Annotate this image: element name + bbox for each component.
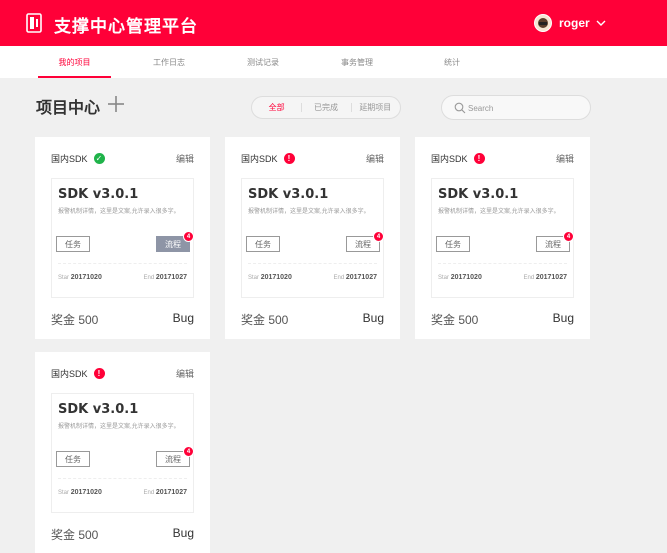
- app-title: 支撑中心管理平台: [54, 17, 198, 37]
- issue-type: Bug: [552, 311, 574, 325]
- flow-button[interactable]: 流程 4: [156, 446, 194, 467]
- check-circle-icon: ✓: [93, 153, 105, 164]
- app-logo-icon: [26, 13, 42, 33]
- reward-text: 奖金 500: [241, 313, 289, 327]
- start-date: Star 20171020: [58, 274, 102, 281]
- project-description: 报警机制详情，这里是文案,允许录入很多字。: [58, 209, 180, 215]
- filter-all[interactable]: 全部: [252, 102, 301, 113]
- project-description: 报警机制详情，这里是文案,允许录入很多字。: [58, 424, 180, 430]
- project-title: SDK v3.0.1: [248, 187, 329, 202]
- search-box[interactable]: [441, 95, 591, 120]
- nav-bar: 我的项目 工作日志 测试记录 事务管理 统计: [0, 46, 667, 78]
- divider: [58, 263, 187, 264]
- avatar[interactable]: [534, 14, 552, 32]
- tab-test-records[interactable]: 测试记录: [228, 46, 298, 78]
- divider: [58, 478, 187, 479]
- user-menu[interactable]: roger: [534, 14, 606, 32]
- project-card: 国内SDK ! 编辑 SDK v3.0.1 报警机制详情，这里是文案,允许录入很…: [415, 137, 590, 339]
- card-category: 国内SDK: [51, 154, 88, 164]
- tab-work-log[interactable]: 工作日志: [134, 46, 204, 78]
- reward-text: 奖金 500: [51, 528, 99, 542]
- tab-my-projects[interactable]: 我的项目: [38, 46, 111, 78]
- end-date: End 20171027: [523, 274, 567, 281]
- flow-button[interactable]: 流程 4: [536, 231, 574, 252]
- filter-delayed[interactable]: 延期项目: [350, 102, 400, 113]
- start-date: Star 20171020: [58, 489, 102, 496]
- add-project-icon[interactable]: [107, 95, 125, 113]
- search-icon: [454, 102, 466, 114]
- project-description: 报警机制详情，这里是文案,允许录入很多字。: [438, 209, 560, 215]
- flow-button-label: 流程: [165, 454, 181, 464]
- project-card: 国内SDK ! 编辑 SDK v3.0.1 报警机制详情，这里是文案,允许录入很…: [225, 137, 400, 339]
- search-input[interactable]: [468, 100, 583, 116]
- edit-link[interactable]: 编辑: [176, 152, 194, 165]
- project-detail-box[interactable]: SDK v3.0.1 报警机制详情，这里是文案,允许录入很多字。 任务 流程 4…: [51, 178, 194, 298]
- alert-circle-icon: !: [283, 153, 295, 164]
- flow-button-label: 流程: [355, 239, 371, 249]
- chevron-down-icon[interactable]: [596, 20, 606, 26]
- page-title: 项目中心: [36, 98, 101, 117]
- end-date: End 20171027: [333, 274, 377, 281]
- reward-text: 奖金 500: [431, 313, 479, 327]
- project-detail-box[interactable]: SDK v3.0.1 报警机制详情，这里是文案,允许录入很多字。 任务 流程 4…: [431, 178, 574, 298]
- issue-type: Bug: [172, 526, 194, 540]
- task-button[interactable]: 任务: [436, 236, 470, 252]
- edit-link[interactable]: 编辑: [366, 152, 384, 165]
- card-category: 国内SDK: [431, 154, 468, 164]
- project-detail-box[interactable]: SDK v3.0.1 报警机制详情，这里是文案,允许录入很多字。 任务 流程 4…: [51, 393, 194, 513]
- project-card: 国内SDK ✓ 编辑 SDK v3.0.1 报警机制详情，这里是文案,允许录入很…: [35, 137, 210, 339]
- edit-link[interactable]: 编辑: [556, 152, 574, 165]
- edit-link[interactable]: 编辑: [176, 367, 194, 380]
- project-description: 报警机制详情，这里是文案,允许录入很多字。: [248, 209, 370, 215]
- issue-type: Bug: [362, 311, 384, 325]
- project-detail-box[interactable]: SDK v3.0.1 报警机制详情，这里是文案,允许录入很多字。 任务 流程 4…: [241, 178, 384, 298]
- status-filter: 全部 已完成 延期项目: [251, 96, 401, 119]
- flow-button[interactable]: 流程 4: [346, 231, 384, 252]
- card-category: 国内SDK: [51, 369, 88, 379]
- project-title: SDK v3.0.1: [58, 187, 139, 202]
- task-button[interactable]: 任务: [56, 451, 90, 467]
- alert-circle-icon: !: [93, 368, 105, 379]
- flow-button-label: 流程: [165, 239, 181, 249]
- end-date: End 20171027: [143, 274, 187, 281]
- username[interactable]: roger: [559, 16, 590, 30]
- flow-button[interactable]: 流程 4: [156, 231, 194, 252]
- start-date: Star 20171020: [438, 274, 482, 281]
- project-card: 国内SDK ! 编辑 SDK v3.0.1 报警机制详情，这里是文案,允许录入很…: [35, 352, 210, 553]
- notification-badge: 4: [183, 231, 194, 242]
- project-title: SDK v3.0.1: [58, 402, 139, 417]
- notification-badge: 4: [183, 446, 194, 457]
- divider: [438, 263, 567, 264]
- project-title: SDK v3.0.1: [438, 187, 519, 202]
- notification-badge: 4: [563, 231, 574, 242]
- task-button[interactable]: 任务: [56, 236, 90, 252]
- reward-text: 奖金 500: [51, 313, 99, 327]
- card-category: 国内SDK: [241, 154, 278, 164]
- task-button[interactable]: 任务: [246, 236, 280, 252]
- top-bar: 支撑中心管理平台 roger: [0, 0, 667, 46]
- end-date: End 20171027: [143, 489, 187, 496]
- filter-completed[interactable]: 已完成: [301, 102, 350, 113]
- flow-button-label: 流程: [545, 239, 561, 249]
- tab-affairs[interactable]: 事务管理: [322, 46, 392, 78]
- divider: [248, 263, 377, 264]
- alert-circle-icon: !: [473, 153, 485, 164]
- issue-type: Bug: [172, 311, 194, 325]
- start-date: Star 20171020: [248, 274, 292, 281]
- notification-badge: 4: [373, 231, 384, 242]
- tab-statistics[interactable]: 统计: [417, 46, 487, 78]
